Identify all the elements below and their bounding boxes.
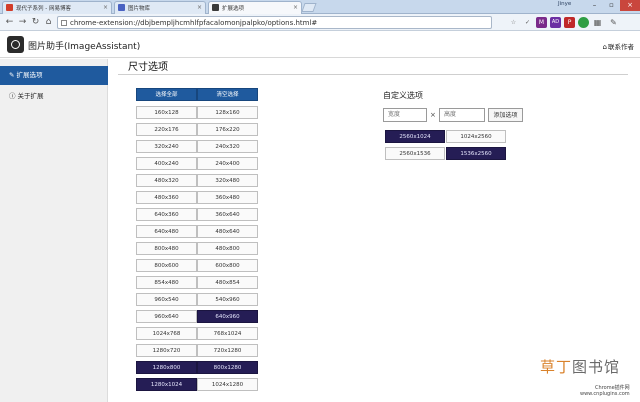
size-option[interactable]: 240x400 [197,157,258,170]
house-icon: ⌂ [602,43,607,51]
ext-grid-icon[interactable]: ▦ [592,17,603,28]
sidebar-item-label: 扩展选项 [16,71,43,79]
watermark-line2: www.cnplugins.com [580,391,630,397]
forward-arrow-icon[interactable]: → [17,17,28,28]
size-option[interactable]: 480x854 [197,276,258,289]
tab-gallery[interactable]: 图片物库 × [114,1,206,14]
tab-title: 现代子系列 - 网易博客 [16,6,71,12]
size-option[interactable]: 640x960 [197,310,258,323]
home-icon[interactable]: ⌂ [43,17,54,28]
back-arrow-icon[interactable]: ← [4,17,15,28]
size-option[interactable]: 480x640 [197,225,258,238]
address-bar[interactable]: chrome-extension://dbjbempljhcmhlfpfacal… [57,16,492,29]
size-option[interactable]: 320x240 [136,140,197,153]
clear-selection-button[interactable]: 清空选择 [197,88,258,101]
watermark-logo: 草丁图书馆 [540,356,620,377]
tab-strip: 现代子系列 - 网易博客 × 图片物库 × 扩展选项 × Jinye – ▫ × [0,0,640,14]
size-option[interactable]: 360x640 [197,208,258,221]
size-option[interactable]: 768x1024 [197,327,258,340]
watermark-lead: 草丁 [540,358,573,376]
extension-favicon-icon [212,4,219,11]
size-option[interactable]: 1280x720 [136,344,197,357]
size-option[interactable]: 160x128 [136,106,197,119]
gallery-favicon-icon [118,4,125,11]
sidebar-item-label: 关于扩展 [17,92,44,100]
size-option[interactable]: 400x240 [136,157,197,170]
close-tab-icon[interactable]: × [103,4,108,11]
size-option[interactable]: 800x1280 [197,361,258,374]
blog-favicon-icon [6,4,13,11]
size-option[interactable]: 480x320 [136,174,197,187]
profile-label: Jinye [558,1,572,7]
size-option[interactable]: 640x360 [136,208,197,221]
maximize-button[interactable]: ▫ [603,0,620,11]
tab-options[interactable]: 扩展选项 × [208,1,302,14]
size-option[interactable]: 480x800 [197,242,258,255]
size-option[interactable]: 720x1280 [197,344,258,357]
ext-ad-icon[interactable]: AD [550,17,561,28]
add-option-button[interactable]: 添加选项 [488,108,523,122]
close-window-button[interactable]: × [620,0,640,11]
page-icon [61,20,67,26]
divider [118,74,628,75]
tab-title: 扩展选项 [222,6,245,12]
info-icon: ⓘ [9,92,16,100]
minimize-button[interactable]: – [586,0,603,11]
sidebar-item-about[interactable]: ⓘ 关于扩展 [0,87,108,106]
close-tab-icon[interactable]: × [197,4,202,11]
custom-options-title: 自定义选项 [383,91,423,100]
page-title: 尺寸选项 [128,62,168,73]
new-tab-button[interactable] [301,3,317,12]
check-icon[interactable]: ✓ [522,17,533,28]
size-option[interactable]: 128x160 [197,106,258,119]
size-option[interactable]: 1280x1024 [136,378,197,391]
select-all-button[interactable]: 选择全部 [136,88,197,101]
feedback-label: 联系作者 [608,43,634,51]
custom-size-option[interactable]: 2560x1024 [385,130,445,143]
size-option[interactable]: 1024x1280 [197,378,258,391]
size-option[interactable]: 960x540 [136,293,197,306]
ext-green-icon[interactable] [578,17,589,28]
close-tab-icon[interactable]: × [293,4,298,11]
wrench-icon: ✎ [9,71,15,79]
height-input[interactable] [439,108,485,122]
wrench-icon[interactable]: ✎ [608,17,619,28]
feedback-link[interactable]: ⌂联系作者 [603,41,634,51]
sidebar: ✎ 扩展选项 ⓘ 关于扩展 [0,59,108,402]
sidebar-item-options[interactable]: ✎ 扩展选项 [0,66,108,85]
width-input[interactable] [383,108,427,122]
size-option[interactable]: 640x480 [136,225,197,238]
size-option[interactable]: 960x640 [136,310,197,323]
times-symbol: × [430,111,436,119]
size-option[interactable]: 176x220 [197,123,258,136]
app-logo-icon [7,36,24,53]
watermark-rest: 图书馆 [572,358,621,376]
toolbar: ← → ↻ ⌂ chrome-extension://dbjbempljhcmh… [0,14,640,31]
size-option[interactable]: 1024x768 [136,327,197,340]
size-option[interactable]: 240x320 [197,140,258,153]
star-icon[interactable]: ☆ [508,17,519,28]
reload-icon[interactable]: ↻ [30,17,41,28]
tab-title: 图片物库 [128,6,151,12]
size-option[interactable]: 540x960 [197,293,258,306]
ext-pdf-icon[interactable]: P [564,17,575,28]
tab-blog[interactable]: 现代子系列 - 网易博客 × [2,1,112,14]
size-option[interactable]: 220x176 [136,123,197,136]
custom-size-option[interactable]: 1536x2560 [446,147,506,160]
watermark-site: Chrome插件网 www.cnplugins.com [580,385,630,397]
size-option[interactable]: 480x360 [136,191,197,204]
size-option[interactable]: 854x480 [136,276,197,289]
ext-m-icon[interactable]: M [536,17,547,28]
size-option[interactable]: 320x480 [197,174,258,187]
page-header: 图片助手(ImageAssistant) ⌂联系作者 [0,32,640,58]
size-option[interactable]: 1280x800 [136,361,197,374]
custom-size-option[interactable]: 2560x1536 [385,147,445,160]
size-option[interactable]: 600x800 [197,259,258,272]
size-option[interactable]: 360x480 [197,191,258,204]
app-title: 图片助手(ImageAssistant) [28,42,141,52]
size-option[interactable]: 800x600 [136,259,197,272]
url-text: chrome-extension://dbjbempljhcmhlfpfacal… [70,19,318,27]
custom-size-option[interactable]: 1024x2560 [446,130,506,143]
size-option[interactable]: 800x480 [136,242,197,255]
